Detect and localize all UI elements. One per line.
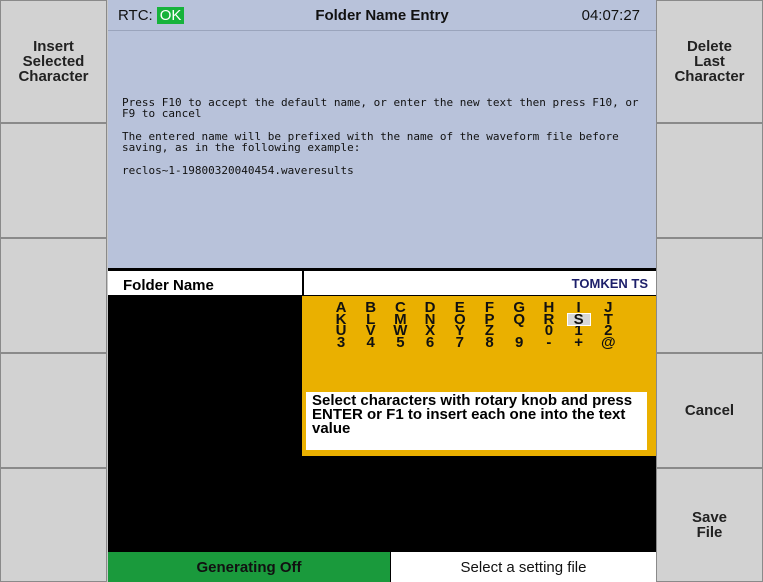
keyboard-key[interactable]: -	[538, 335, 560, 349]
keyboard-key[interactable]: 4	[360, 335, 382, 349]
keyboard-key[interactable]: @	[597, 335, 619, 349]
page-title: Folder Name Entry	[315, 7, 449, 24]
softkey-delete-last-character[interactable]: Delete Last Character	[656, 0, 763, 123]
keyboard-column: FPZ8	[479, 300, 501, 349]
keyboard-column: J T 2 @	[597, 300, 619, 349]
softkey-right-2[interactable]	[656, 123, 763, 238]
softkey-right-3[interactable]	[656, 238, 763, 353]
softkey-cancel[interactable]: Cancel	[656, 353, 763, 468]
keyboard-instructions: Select characters with rotary knob and p…	[306, 392, 647, 450]
keyboard-column: CMW5	[389, 300, 411, 349]
info-example: reclos~1-19800320040454.waveresults	[122, 164, 354, 177]
folder-name-field[interactable]: TOMKEN TS	[304, 271, 656, 295]
generating-status: Generating Off	[108, 552, 390, 582]
softkey-save-file[interactable]: Save File	[656, 468, 763, 582]
keyboard-key[interactable]: 8	[479, 335, 501, 349]
info-prefix-note: The entered name will be prefixed with t…	[122, 130, 619, 154]
keyboard-column: I S 1 +	[566, 300, 591, 349]
title-bar: RTC: OK Folder Name Entry 04:07:27	[108, 0, 656, 31]
keyboard-key[interactable]: 9	[508, 335, 530, 349]
keyboard-column: BLV4	[360, 300, 382, 349]
info-panel: Press F10 to accept the default name, or…	[108, 31, 656, 268]
character-keyboard: A K U 3 B L V 4 C M W 5 D N X 6 E O Y 7 F P Z 8 G Q 9 H R 0- I S 1 + J T 2 @ …	[302, 296, 656, 456]
keyboard-column: EOY7	[449, 300, 471, 349]
softkey-left-3[interactable]	[0, 238, 107, 353]
keyboard-key[interactable]: 6	[419, 335, 441, 349]
keyboard-column: GQ9	[508, 300, 530, 349]
keyboard-key[interactable]: Q	[508, 312, 530, 326]
keyboard-column: HR0-	[538, 300, 560, 349]
main-screen: RTC: OK Folder Name Entry 04:07:27 Press …	[108, 0, 656, 582]
keyboard-column: DNX6	[419, 300, 441, 349]
keyboard-key[interactable]: +	[568, 335, 590, 349]
info-instruction: Press F10 to accept the default name, or…	[122, 96, 639, 120]
keyboard-key[interactable]: 7	[449, 335, 471, 349]
keyboard-column: AKU3	[330, 300, 352, 349]
softkey-left-5[interactable]	[0, 468, 107, 582]
keyboard-key[interactable]: 3	[330, 335, 352, 349]
softkey-left-4[interactable]	[0, 353, 107, 468]
folder-name-label: Folder Name	[108, 271, 302, 295]
softkey-left-2[interactable]	[0, 123, 107, 238]
setting-file-status: Select a setting file	[391, 552, 656, 582]
softkey-insert-selected-character[interactable]: Insert Selected Character	[0, 0, 107, 123]
clock: 04:07:27	[581, 7, 640, 24]
